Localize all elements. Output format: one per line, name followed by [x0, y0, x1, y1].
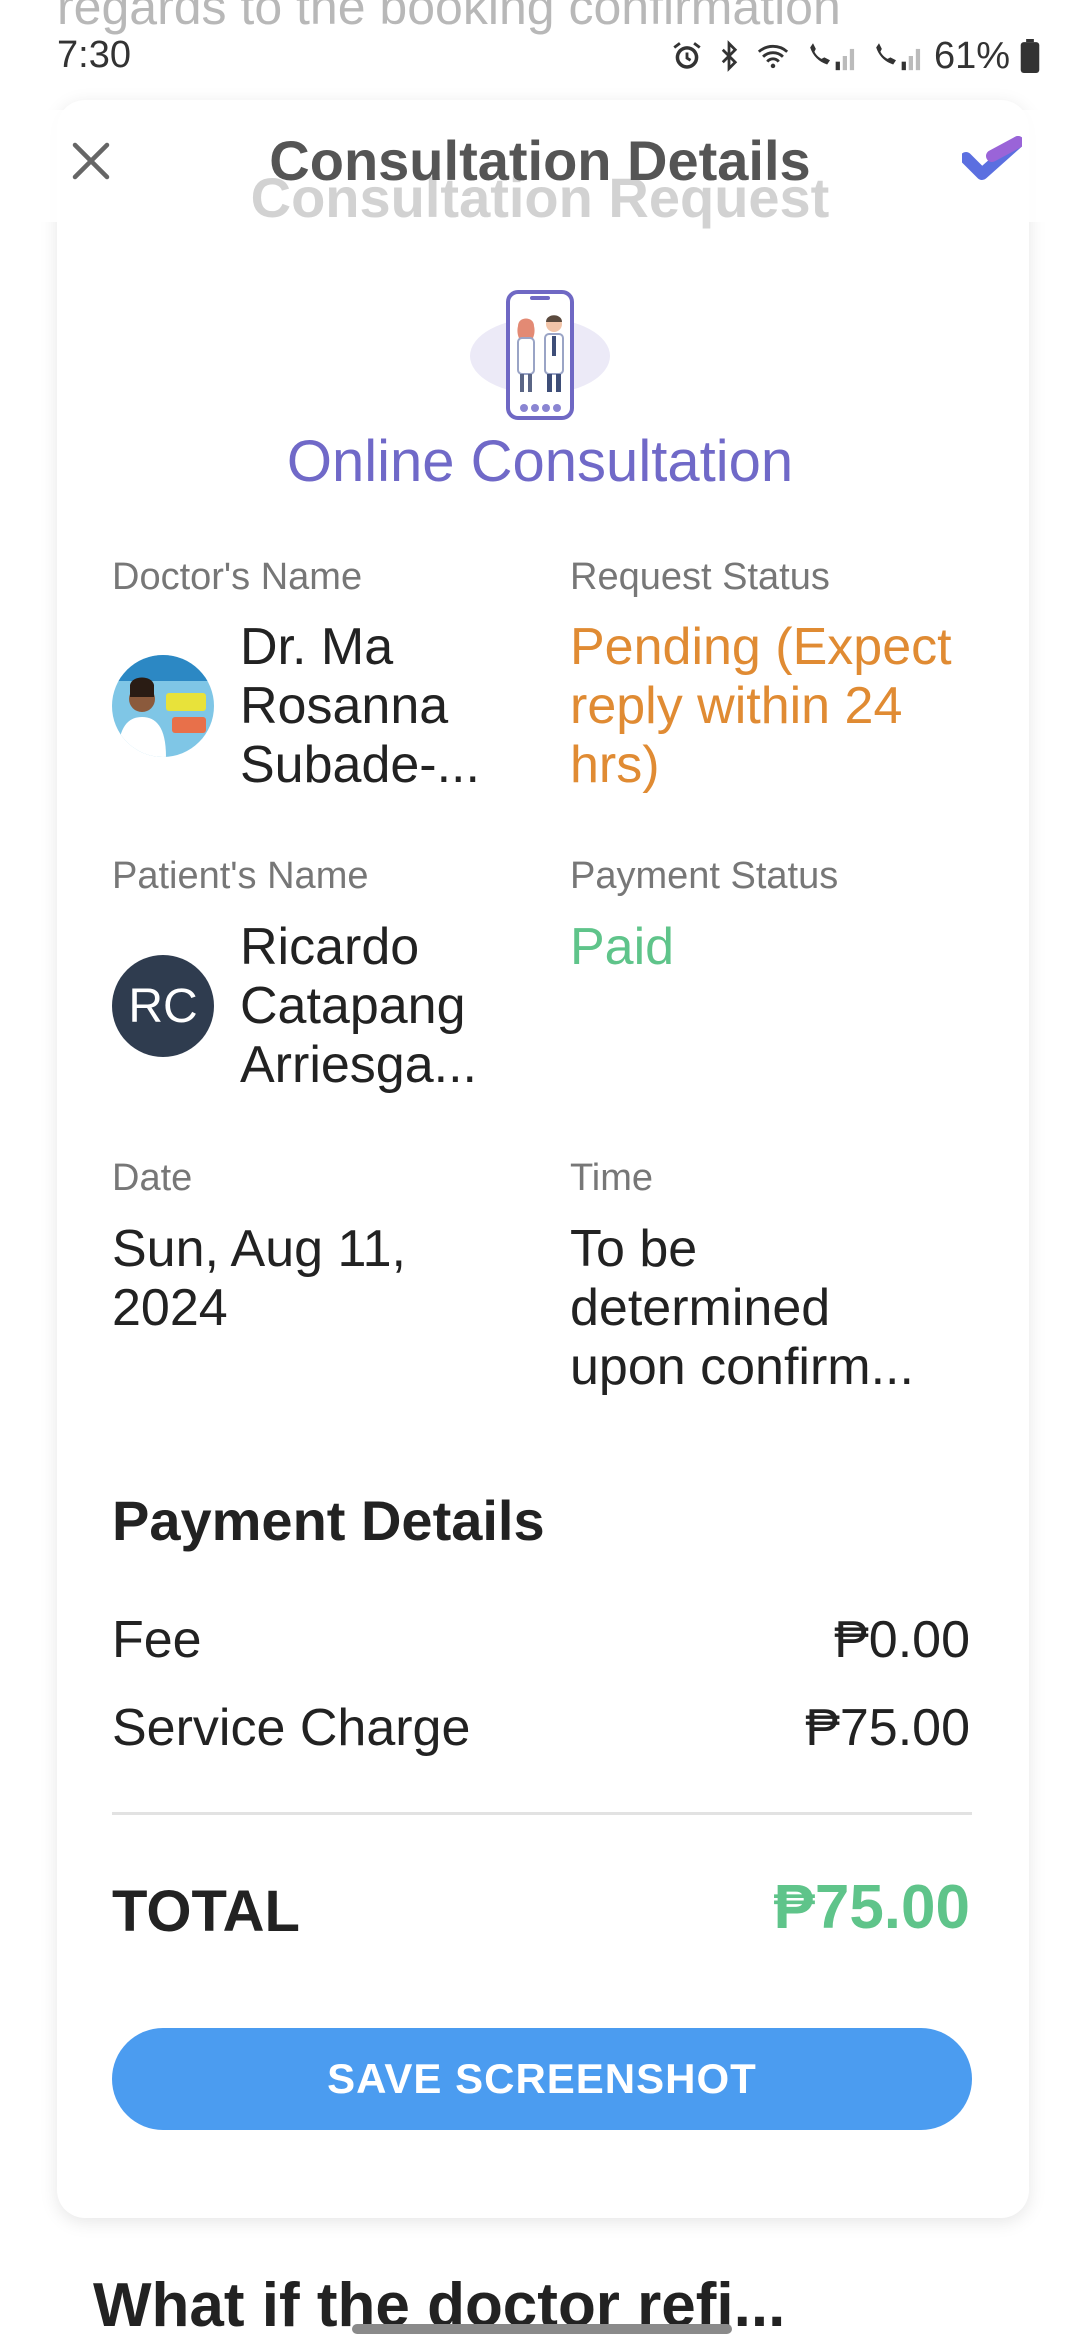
- save-screenshot-button[interactable]: SAVE SCREENSHOT: [112, 2028, 972, 2130]
- status-icons: 61%: [670, 34, 1040, 78]
- total-value: ₱75.00: [773, 1873, 970, 1942]
- request-status-line: reply within 24: [570, 677, 903, 735]
- close-icon: [72, 142, 110, 180]
- time-label: Time: [570, 1157, 654, 1199]
- date-value: Sun, Aug 11, 2024: [112, 1220, 406, 1338]
- status-bar: 7:30 61%: [0, 0, 1080, 110]
- payment-status-label: Payment Status: [570, 855, 839, 897]
- request-status-value: Pending (Expect reply within 24 hrs): [570, 618, 952, 795]
- status-time: 7:30: [57, 34, 131, 76]
- doctor-name-line: Rosanna: [240, 677, 449, 735]
- doctor-name[interactable]: Dr. Ma Rosanna Subade-...: [240, 618, 480, 795]
- patient-name-line: Ricardo: [240, 918, 420, 976]
- consultation-type-label: Online Consultation: [286, 429, 794, 494]
- request-status-line: hrs): [570, 736, 660, 794]
- doctor-avatar[interactable]: [112, 655, 214, 757]
- time-line: upon confirm...: [570, 1338, 914, 1396]
- sim2-signal-icon: [868, 39, 924, 73]
- online-consultation-illustration: [466, 290, 614, 430]
- sim1-signal-icon: [802, 39, 858, 73]
- battery-percentage: 61%: [933, 34, 1010, 77]
- date-line: Sun, Aug 11,: [112, 1220, 406, 1278]
- doctor-name-line: Subade-...: [240, 736, 480, 794]
- payment-details-title: Payment Details: [112, 1489, 545, 1552]
- home-indicator[interactable]: [352, 2324, 732, 2334]
- service-charge-value: ₱75.00: [805, 1699, 970, 1757]
- modal-header: Consultation Request Consultation Detail…: [0, 110, 1080, 229]
- close-button[interactable]: [60, 130, 122, 192]
- heart-check-icon: [962, 136, 1022, 180]
- patient-name-line: Arriesga...: [240, 1036, 477, 1094]
- doctor-name-label: Doctor's Name: [112, 556, 363, 598]
- patient-name: Ricardo Catapang Arriesga...: [240, 918, 477, 1095]
- bluetooth-icon: [714, 39, 744, 73]
- page-title: Consultation Details: [269, 129, 811, 192]
- total-label: TOTAL: [112, 1879, 300, 1944]
- request-status-line: Pending (Expect: [570, 618, 952, 676]
- request-status-label: Request Status: [570, 556, 830, 598]
- service-charge-label: Service Charge: [112, 1699, 471, 1757]
- wifi-icon: [754, 39, 792, 73]
- verified-check-button[interactable]: [952, 124, 1032, 194]
- payment-status-value: Paid: [570, 918, 675, 976]
- date-label: Date: [112, 1157, 193, 1199]
- time-line: To be: [570, 1220, 698, 1278]
- fee-value: ₱0.00: [834, 1611, 970, 1669]
- alarm-icon: [670, 39, 704, 73]
- patient-avatar: RC: [112, 955, 214, 1057]
- time-value: To be determined upon confirm...: [570, 1220, 914, 1397]
- doctor-name-line: Dr. Ma: [240, 618, 394, 676]
- time-line: determined: [570, 1279, 831, 1337]
- date-line: 2024: [112, 1279, 228, 1337]
- screen: regards to the booking confirmation What…: [0, 0, 1080, 2340]
- battery-icon: [1020, 39, 1040, 73]
- patient-name-label: Patient's Name: [112, 855, 369, 897]
- fee-label: Fee: [112, 1611, 202, 1669]
- payment-divider: [112, 1812, 972, 1815]
- patient-name-line: Catapang: [240, 977, 466, 1035]
